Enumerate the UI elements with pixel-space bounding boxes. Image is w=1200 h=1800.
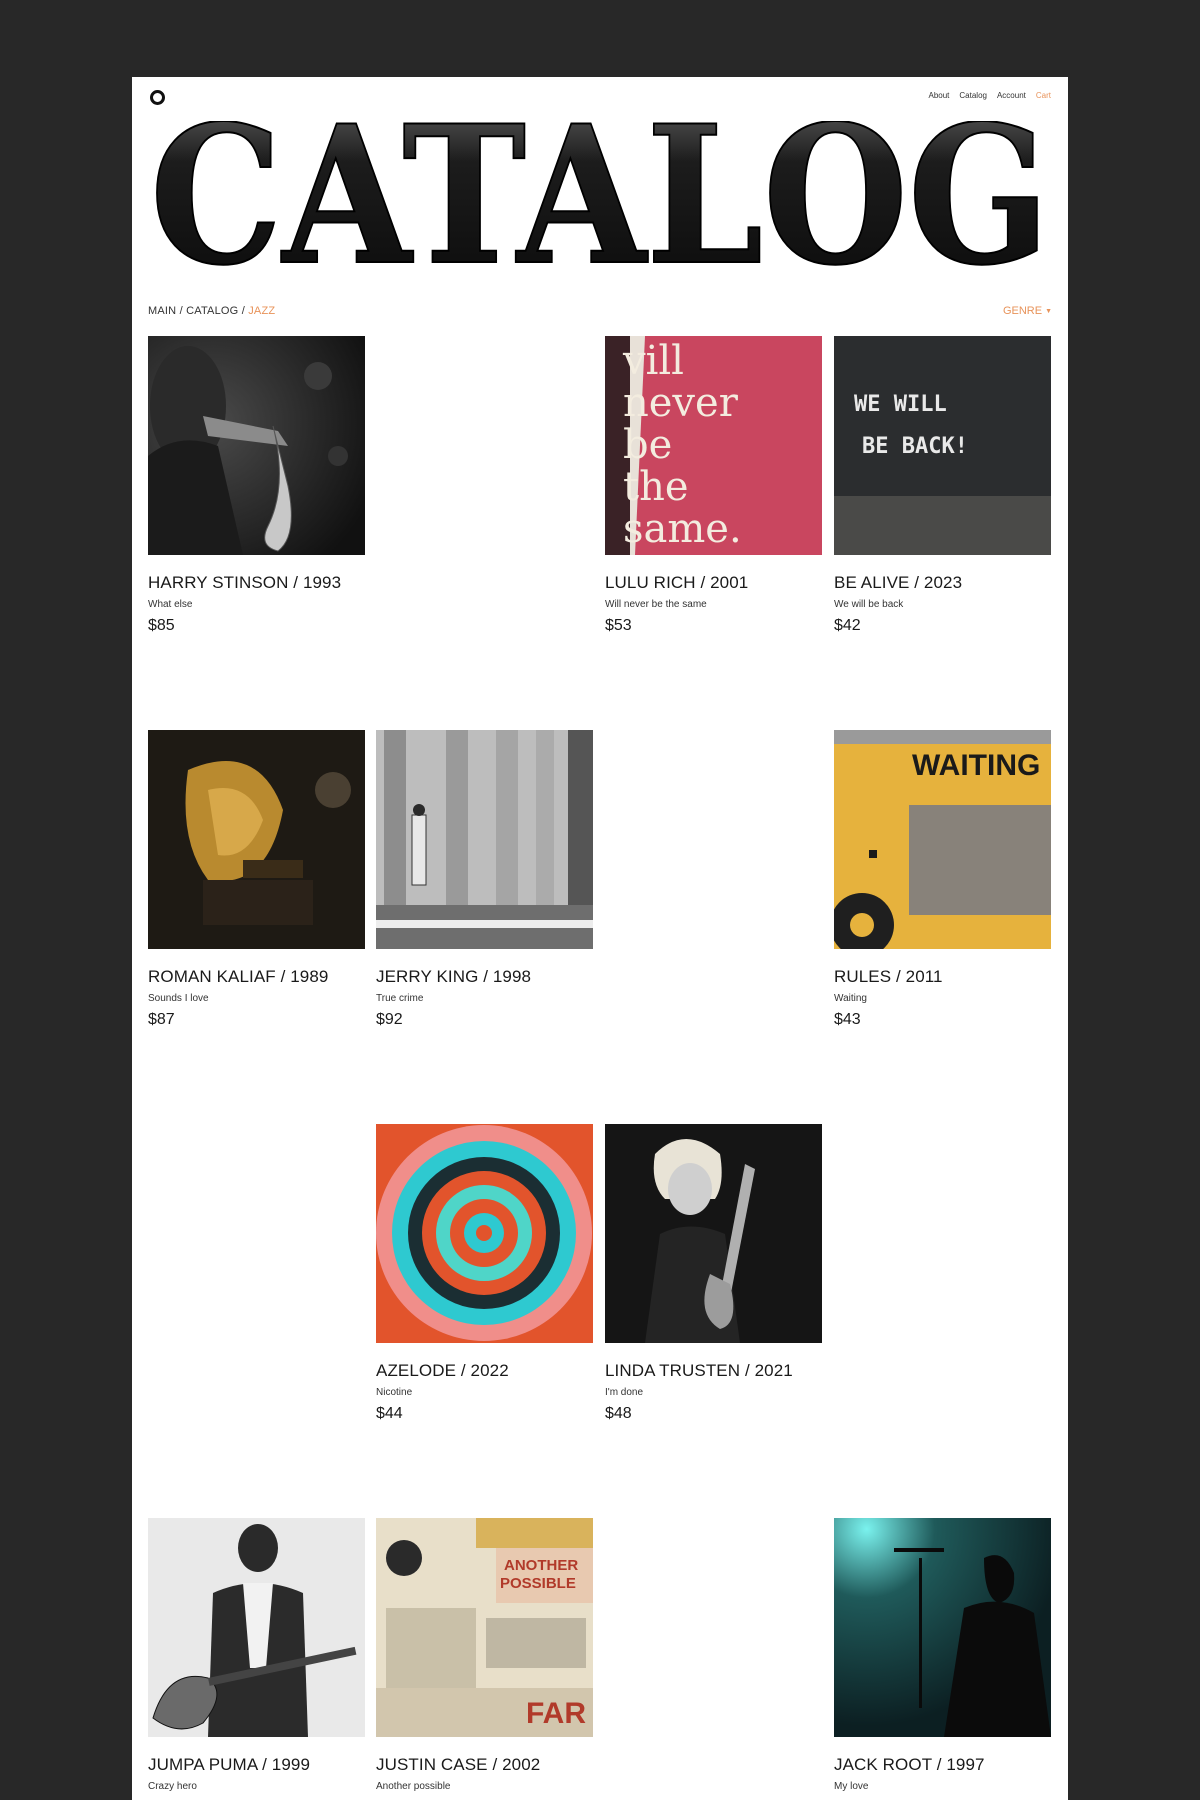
- product-subtitle: Nicotine: [376, 1387, 413, 1398]
- breadcrumb-separator: /: [176, 305, 187, 317]
- product-subtitle: Crazy hero: [148, 1781, 197, 1792]
- product-subtitle: My love: [834, 1781, 869, 1792]
- cover-text: vill: [622, 338, 684, 384]
- album-cover[interactable]: WAITING: [834, 730, 1051, 949]
- album-cover[interactable]: [834, 1518, 1051, 1737]
- cover-text: FAR: [526, 1697, 586, 1730]
- product-card[interactable]: HARRY STINSON / 1993 What else $85: [148, 336, 365, 635]
- product-price: $85: [148, 617, 175, 634]
- product-card[interactable]: JUMPA PUMA / 1999 Crazy hero: [148, 1518, 365, 1792]
- album-cover[interactable]: [376, 730, 593, 949]
- album-cover[interactable]: [148, 1518, 365, 1737]
- hero-title-text: CATALOG: [150, 121, 1050, 271]
- cover-text: WAITING: [912, 749, 1040, 782]
- product-price: $44: [376, 1405, 403, 1422]
- genre-filter[interactable]: GENRE ▼: [1003, 305, 1052, 317]
- cover-text: WE WILL: [854, 392, 947, 417]
- product-title[interactable]: JUSTIN CASE / 2002: [376, 1755, 593, 1775]
- product-price: $92: [376, 1011, 403, 1028]
- breadcrumb-catalog[interactable]: CATALOG: [186, 305, 238, 317]
- product-title[interactable]: BE ALIVE / 2023: [834, 573, 1051, 593]
- cover-text: ANOTHER: [504, 1557, 578, 1574]
- product-title[interactable]: ROMAN KALIAF / 1989: [148, 967, 365, 987]
- catalog-page: About Catalog Account Cart CATALOG MAIN …: [132, 77, 1068, 1800]
- product-title[interactable]: HARRY STINSON / 1993: [148, 573, 365, 593]
- saxophonist-woman-photo: [605, 1124, 822, 1343]
- product-price: $42: [834, 617, 861, 634]
- cover-text: BE BACK!: [862, 434, 968, 459]
- poster-collage: ANOTHER POSSIBLE FAR: [376, 1518, 593, 1737]
- guitarist-photo: [148, 1518, 365, 1737]
- product-price: $48: [605, 1405, 632, 1422]
- cover-text: be: [623, 422, 672, 468]
- product-title[interactable]: AZELODE / 2022: [376, 1361, 593, 1381]
- breadcrumb-main[interactable]: MAIN: [148, 305, 176, 317]
- product-price: $53: [605, 617, 632, 634]
- product-title[interactable]: JACK ROOT / 1997: [834, 1755, 1051, 1775]
- saxophonist-photo: [148, 336, 365, 555]
- product-card[interactable]: ROMAN KALIAF / 1989 Sounds I love $87: [148, 730, 365, 1029]
- product-subtitle: Will never be the same: [605, 599, 707, 610]
- spiral-artwork: [376, 1124, 593, 1343]
- collage-cover: WAITING: [834, 730, 1051, 949]
- genre-filter-label: GENRE: [1002, 305, 1043, 317]
- product-card[interactable]: LINDA TRUSTEN / 2021 I'm done $48: [605, 1124, 822, 1423]
- album-cover[interactable]: [376, 1124, 593, 1343]
- product-price: $87: [148, 1011, 175, 1028]
- breadcrumb-separator: /: [238, 305, 249, 317]
- sign-photo: WE WILL BE BACK!: [834, 336, 1051, 555]
- product-subtitle: What else: [148, 599, 193, 610]
- product-title[interactable]: LULU RICH / 2001: [605, 573, 822, 593]
- nav-about-link[interactable]: About: [928, 91, 949, 100]
- gramophone-photo: [148, 730, 365, 949]
- product-title[interactable]: JUMPA PUMA / 1999: [148, 1755, 365, 1775]
- album-cover[interactable]: [605, 1124, 822, 1343]
- nav-cart-link[interactable]: Cart: [1036, 91, 1051, 100]
- breadcrumb: MAIN / CATALOG / JAZZ: [148, 305, 275, 317]
- album-cover[interactable]: [148, 336, 365, 555]
- poster-photo: vill never be the same.: [605, 336, 822, 555]
- product-title[interactable]: RULES / 2011: [834, 967, 1051, 987]
- top-nav: About Catalog Account Cart: [928, 91, 1051, 100]
- cover-text: same.: [623, 506, 742, 552]
- product-price: $43: [834, 1011, 861, 1028]
- product-subtitle: We will be back: [834, 599, 904, 610]
- chevron-down-icon: ▼: [1045, 308, 1052, 315]
- album-cover[interactable]: [148, 730, 365, 949]
- product-subtitle: Sounds I love: [148, 993, 209, 1004]
- product-title[interactable]: JERRY KING / 1998: [376, 967, 593, 987]
- cover-text: the: [623, 464, 689, 510]
- product-card[interactable]: ANOTHER POSSIBLE FAR JUSTIN CASE / 2002 …: [376, 1518, 593, 1792]
- product-title[interactable]: LINDA TRUSTEN / 2021: [605, 1361, 822, 1381]
- product-card[interactable]: JERRY KING / 1998 True crime $92: [376, 730, 593, 1029]
- product-card[interactable]: AZELODE / 2022 Nicotine $44: [376, 1124, 593, 1423]
- product-subtitle: Another possible: [376, 1781, 451, 1792]
- nav-catalog-link[interactable]: Catalog: [959, 91, 987, 100]
- album-cover[interactable]: ANOTHER POSSIBLE FAR: [376, 1518, 593, 1737]
- product-subtitle: True crime: [376, 993, 424, 1004]
- product-card[interactable]: WE WILL BE BACK! BE ALIVE / 2023 We will…: [834, 336, 1051, 635]
- nav-account-link[interactable]: Account: [997, 91, 1026, 100]
- product-card[interactable]: vill never be the same. LULU RICH / 2001…: [605, 336, 822, 635]
- album-cover[interactable]: vill never be the same.: [605, 336, 822, 555]
- cover-text: POSSIBLE: [500, 1575, 576, 1592]
- cover-text: never: [623, 380, 739, 426]
- product-card[interactable]: WAITING RULES / 2011 Waiting $43: [834, 730, 1051, 1029]
- breadcrumb-current: JAZZ: [248, 305, 276, 317]
- product-card[interactable]: JACK ROOT / 1997 My love: [834, 1518, 1051, 1792]
- logo-icon[interactable]: [150, 90, 165, 105]
- product-subtitle: Waiting: [834, 993, 867, 1004]
- singer-photo: [834, 1518, 1051, 1737]
- album-cover[interactable]: WE WILL BE BACK!: [834, 336, 1051, 555]
- product-subtitle: I'm done: [605, 1387, 644, 1398]
- columns-photo: [376, 730, 593, 949]
- hero-title: CATALOG: [149, 121, 1051, 271]
